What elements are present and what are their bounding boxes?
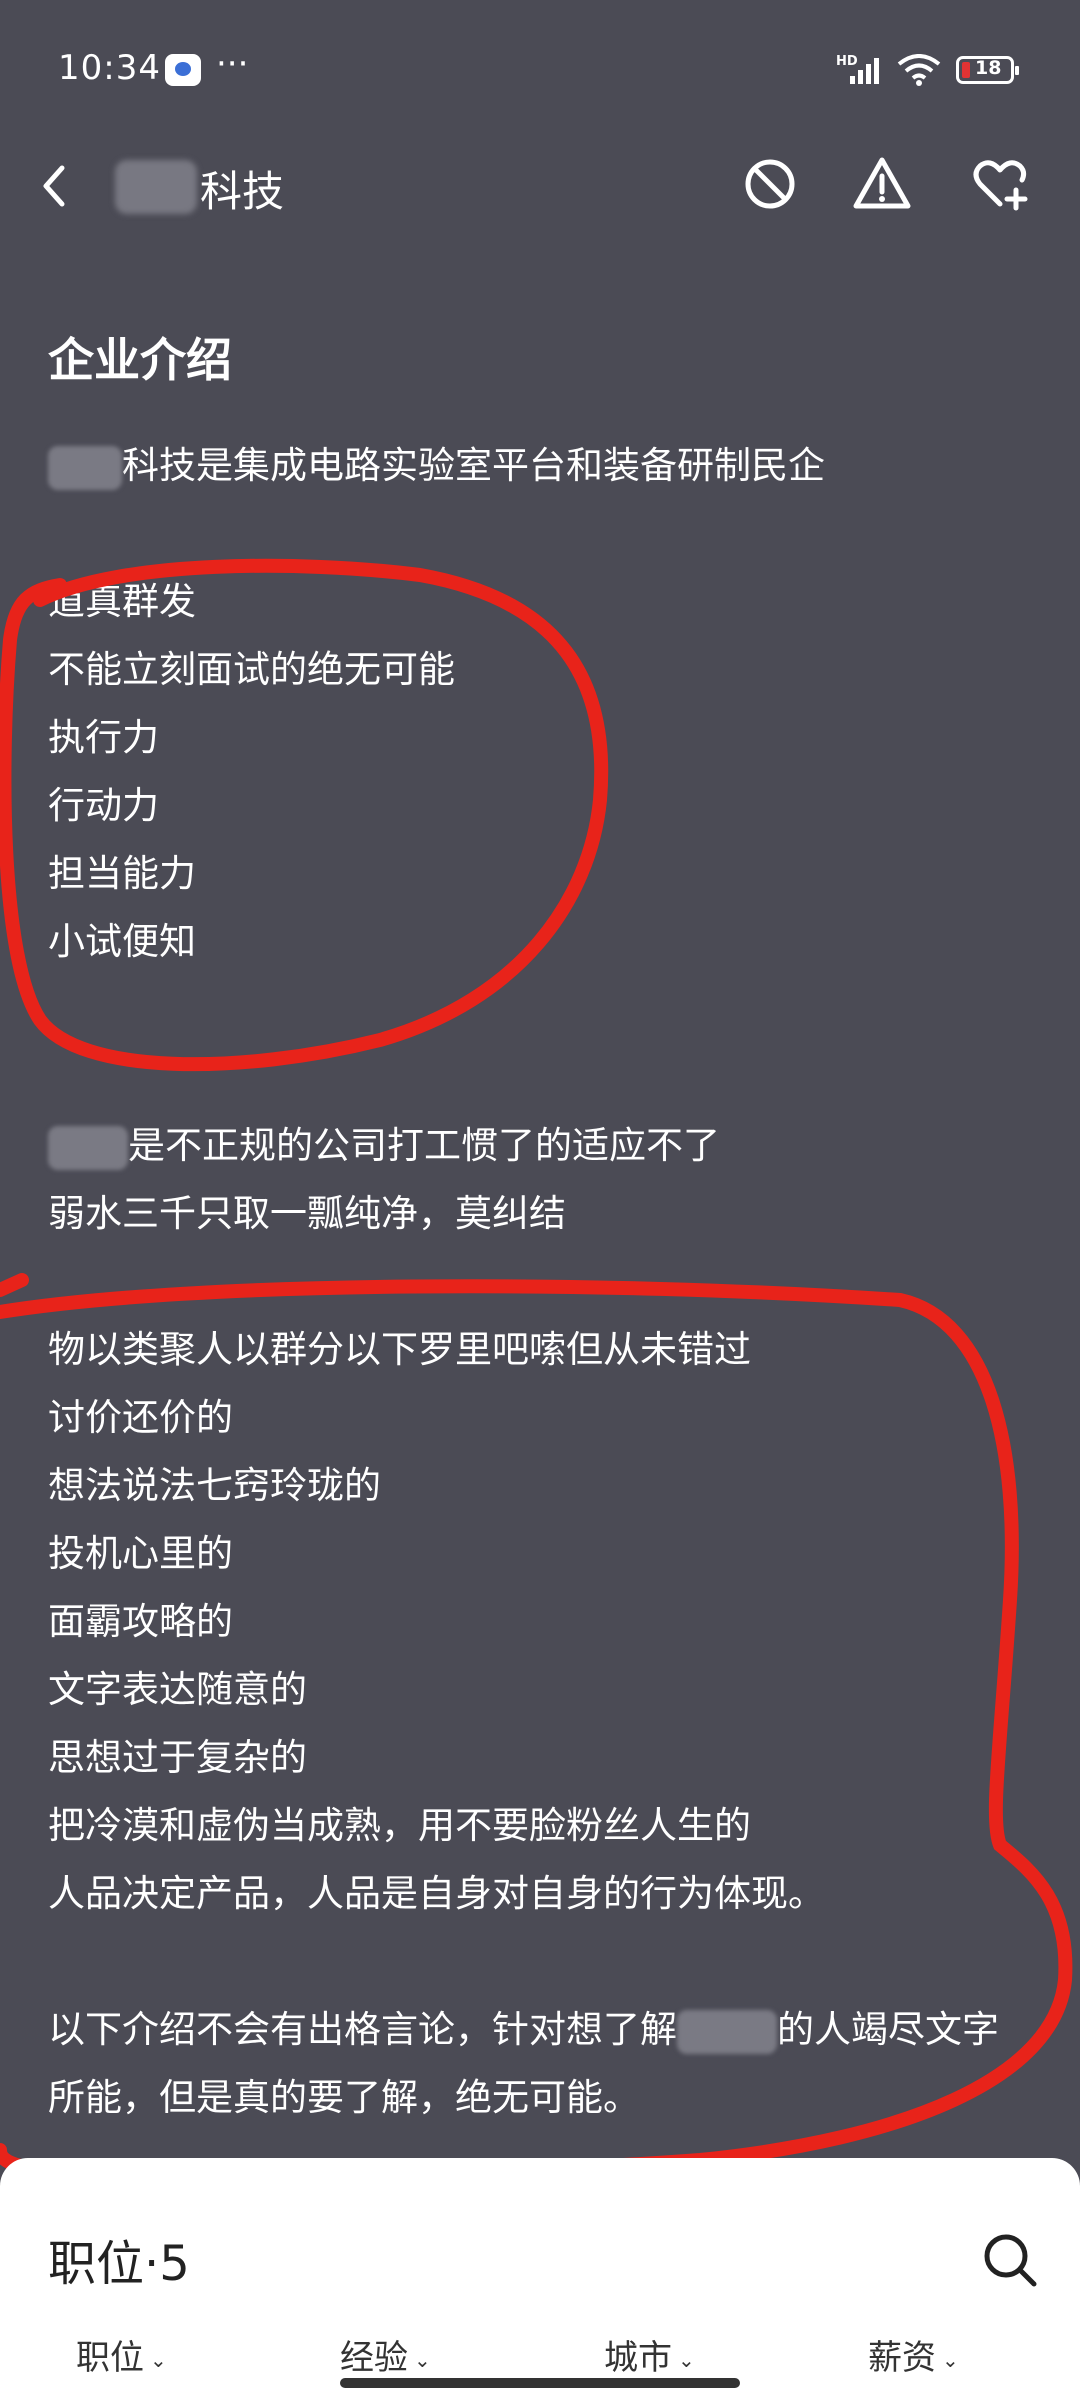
block-button[interactable] — [740, 154, 800, 214]
intro-line: 所能，但是真的要了解，绝无可能。 — [48, 2076, 640, 2119]
back-button[interactable] — [30, 158, 80, 214]
signal-icon — [850, 58, 879, 84]
intro-line: 文字表达随意的 — [48, 1668, 307, 1711]
battery-icon: 18 — [956, 56, 1019, 84]
intro-line: 投机心里的 — [48, 1532, 233, 1575]
intro-line: 道真群发 — [48, 580, 196, 623]
redacted-text — [48, 445, 122, 490]
intro-line: 执行力 — [48, 716, 159, 759]
status-time: 10:34 — [58, 48, 161, 88]
intro-line: 行动力 — [48, 784, 159, 827]
intro-line: 人品决定产品，人品是自身对自身的行为体现。 — [48, 1872, 825, 1915]
intro-text: 科技是集成电路实验室平台和装备研制民企 — [122, 444, 825, 487]
chevron-down-icon: ⌄ — [414, 2347, 431, 2372]
intro-line: 物以类聚人以群分以下罗里吧嗦但从未错过 — [48, 1328, 751, 1371]
filter-salary[interactable]: 薪资 ⌄ — [868, 2330, 959, 2379]
search-button[interactable] — [980, 2230, 1040, 2290]
intro-line: 小试便知 — [48, 920, 196, 963]
intro-text: 的人竭尽文字 — [777, 2008, 999, 2051]
report-button[interactable] — [852, 154, 912, 214]
intro-line: 弱水三千只取一瓢纯净，莫纠结 — [48, 1192, 566, 1235]
company-name: 科技 — [200, 167, 285, 216]
battery-level: 18 — [975, 57, 1002, 79]
redacted-text — [48, 1125, 128, 1170]
intro-line: 把冷漠和虚伪当成熟，用不要脸粉丝人生的 — [48, 1804, 751, 1847]
company-name-redaction — [115, 160, 197, 214]
intro-line: 想法说法七窍玲珑的 — [48, 1464, 381, 1507]
intro-line: 思想过于复杂的 — [48, 1736, 307, 1779]
filter-label: 薪资 — [868, 2338, 936, 2378]
filter-label: 职位 — [76, 2338, 144, 2378]
intro-line: 以下介绍不会有出格言论，针对想了解 的人竭尽文字 — [48, 1996, 1038, 2064]
filter-position[interactable]: 职位 ⌄ — [76, 2330, 167, 2379]
filter-experience[interactable]: 经验 ⌄ — [340, 2330, 431, 2379]
intro-line: 担当能力 — [48, 852, 196, 895]
jobs-count-title: 职位·5 — [48, 2236, 190, 2292]
intro-line: 面霸攻略的 — [48, 1600, 233, 1643]
intro-line: 科技是集成电路实验室平台和装备研制民企 — [48, 432, 1038, 500]
intro-text: 是不正规的公司打工惯了的适应不了 — [128, 1124, 720, 1167]
filter-label: 经验 — [340, 2338, 408, 2378]
intro-line: 是不正规的公司打工惯了的适应不了 — [48, 1112, 1038, 1180]
intro-line: 讨价还价的 — [48, 1396, 233, 1439]
status-bar: 10:34 ··· HD 18 — [0, 0, 1080, 140]
follow-heart-button[interactable] — [970, 154, 1030, 214]
chevron-down-icon: ⌄ — [678, 2347, 695, 2372]
filter-city[interactable]: 城市 ⌄ — [604, 2330, 695, 2379]
redacted-text — [677, 2009, 777, 2054]
jobs-sheet: 职位·5 职位 ⌄ 经验 ⌄ 城市 ⌄ 薪资 ⌄ — [0, 2158, 1080, 2403]
red-underline-mark — [0, 1273, 29, 1297]
chevron-down-icon: ⌄ — [150, 2347, 167, 2372]
wifi-icon — [897, 54, 941, 86]
home-indicator[interactable] — [340, 2378, 740, 2388]
intro-text: 以下介绍不会有出格言论，针对想了解 — [48, 2008, 677, 2051]
more-notifications-icon: ··· — [216, 44, 249, 84]
section-title: 企业介绍 — [48, 333, 232, 387]
nav-bar: 科技 — [0, 130, 1080, 240]
filter-label: 城市 — [604, 2338, 672, 2378]
company-intro: 企业介绍 科技是集成电路实验室平台和装备研制民企 道真群发 不能立刻面试的绝无可… — [48, 330, 1038, 2132]
chevron-down-icon: ⌄ — [942, 2347, 959, 2372]
intro-line: 不能立刻面试的绝无可能 — [48, 648, 455, 691]
baidu-app-icon — [165, 54, 201, 86]
